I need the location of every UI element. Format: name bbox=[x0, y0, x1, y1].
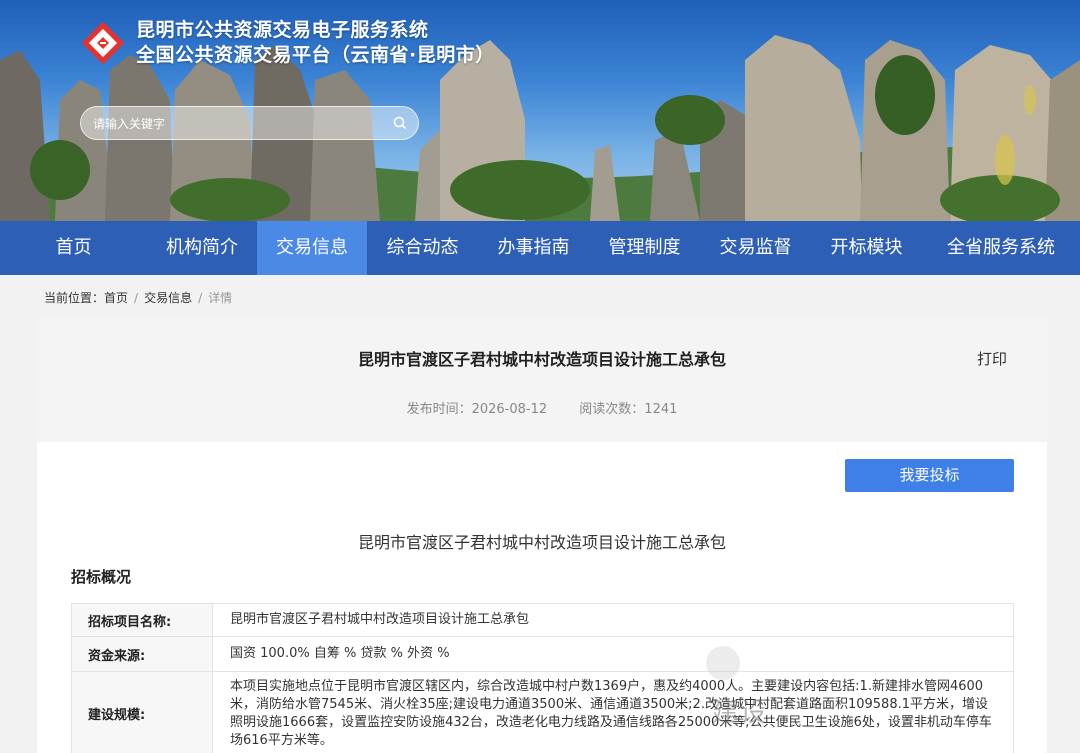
search-input[interactable] bbox=[93, 114, 383, 134]
publish-date: 发布时间：2026-08-12 bbox=[406, 402, 548, 417]
breadcrumb-trade-info[interactable]: 交易信息 bbox=[144, 291, 192, 305]
article-header: 昆明市官渡区子君村城中村改造项目设计施工总承包 打印 发布时间：2026-08-… bbox=[37, 318, 1047, 442]
table-row: 招标项目名称: 昆明市官渡区子君村城中村改造项目设计施工总承包 bbox=[71, 603, 1014, 637]
search-icon[interactable] bbox=[392, 115, 408, 131]
site-subtitle: 全国公共资源交易平台（云南省·昆明市） bbox=[136, 44, 495, 66]
breadcrumb-separator: / bbox=[198, 291, 203, 305]
article-title: 昆明市官渡区子君村城中村改造项目设计施工总承包 bbox=[357, 350, 726, 369]
nav-item-province-system[interactable]: 全省服务系统 bbox=[922, 221, 1080, 275]
nav-item-about[interactable]: 机构简介 bbox=[147, 221, 257, 275]
view-count: 阅读次数：1241 bbox=[579, 402, 678, 417]
article-card: 昆明市官渡区子君村城中村改造项目设计施工总承包 打印 发布时间：2026-08-… bbox=[37, 318, 1047, 753]
section-title: 招标概况 bbox=[71, 568, 132, 586]
table-row: 建设规模: 本项目实施地点位于昆明市官渡区辖区内，综合改造城中村户数1369户，… bbox=[71, 671, 1014, 753]
print-button[interactable]: 打印 bbox=[977, 348, 1007, 369]
table-key: 资金来源: bbox=[71, 636, 213, 672]
nav-item-home[interactable]: 首页 bbox=[0, 221, 147, 275]
info-table: 招标项目名称: 昆明市官渡区子君村城中村改造项目设计施工总承包 资金来源: 国资… bbox=[71, 603, 1014, 753]
nav-item-trade-info[interactable]: 交易信息 bbox=[257, 221, 367, 275]
table-key: 建设规模: bbox=[71, 671, 213, 753]
breadcrumb: 当前位置：首页 / 交易信息 / 详情 bbox=[44, 289, 232, 306]
article-meta: 发布时间：2026-08-12 阅读次数：1241 bbox=[37, 398, 1047, 417]
site-title: 昆明市公共资源交易电子服务系统 bbox=[136, 19, 429, 41]
nav-item-supervision[interactable]: 交易监督 bbox=[700, 221, 811, 275]
article-subtitle: 昆明市官渡区子君村城中村改造项目设计施工总承包 bbox=[357, 533, 726, 552]
main-nav: 首页 机构简介 交易信息 综合动态 办事指南 管理制度 交易监督 开标模块 全省… bbox=[0, 221, 1080, 275]
table-key: 招标项目名称: bbox=[71, 603, 213, 637]
breadcrumb-separator: / bbox=[134, 291, 139, 305]
search-box bbox=[80, 106, 419, 140]
nav-item-regulations[interactable]: 管理制度 bbox=[589, 221, 700, 275]
nav-item-guide[interactable]: 办事指南 bbox=[478, 221, 589, 275]
header-banner: 昆明市公共资源交易电子服务系统 全国公共资源交易平台（云南省·昆明市） bbox=[0, 0, 1080, 221]
watermark-icon bbox=[706, 646, 740, 680]
bid-button[interactable]: 我要投标 bbox=[845, 459, 1014, 492]
table-value: 国资 100.0% 自筹 % 贷款 % 外资 % bbox=[212, 636, 1014, 672]
table-value: 昆明市官渡区子君村城中村改造项目设计施工总承包 bbox=[212, 603, 1014, 637]
table-row: 资金来源: 国资 100.0% 自筹 % 贷款 % 外资 % bbox=[71, 636, 1014, 672]
breadcrumb-prefix: 当前位置： bbox=[44, 291, 105, 305]
breadcrumb-current: 详情 bbox=[208, 291, 233, 305]
table-value: 本项目实施地点位于昆明市官渡区辖区内，综合改造城中村户数1369户，惠及约400… bbox=[212, 671, 1014, 753]
watermark-text: 建设 bbox=[712, 698, 769, 728]
breadcrumb-home[interactable]: 首页 bbox=[104, 291, 128, 305]
nav-item-news[interactable]: 综合动态 bbox=[367, 221, 478, 275]
nav-item-bid-opening[interactable]: 开标模块 bbox=[811, 221, 922, 275]
logo-icon[interactable] bbox=[80, 20, 126, 66]
